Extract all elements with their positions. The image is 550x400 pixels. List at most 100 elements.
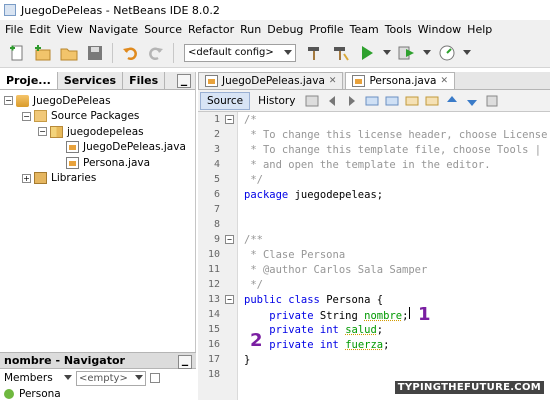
redo-button[interactable] [145,42,167,64]
tab-services[interactable]: Services [58,72,123,89]
save-all-button[interactable] [84,42,106,64]
menu-window[interactable]: Window [415,23,464,36]
tab-persona-java[interactable]: Persona.java ✕ [345,72,455,89]
class-icon [4,389,14,399]
expand-toggle-icon[interactable]: + [22,174,31,183]
minimize-panel-button[interactable]: ▁ [177,74,191,88]
code-text: */ [244,279,263,291]
code-line[interactable]: 5 */ [198,172,550,187]
profile-dropdown[interactable] [462,42,472,64]
toggle-highlight-icon[interactable] [425,94,439,108]
line-number: 8 [198,219,220,230]
tab-files[interactable]: Files [123,72,165,89]
tab-projects[interactable]: Proje... [0,72,58,89]
collapse-toggle-icon[interactable]: − [22,112,31,121]
last-edit-icon[interactable] [305,94,319,108]
tree-item-package[interactable]: − juegodepeleas [0,124,195,140]
back-icon[interactable] [325,94,339,108]
code-line[interactable]: 7 [198,202,550,217]
new-file-button[interactable] [6,42,28,64]
close-icon[interactable]: ✕ [329,76,337,86]
new-project-button[interactable] [32,42,54,64]
minimize-navigator-button[interactable]: ▁ [178,355,192,369]
source-view-button[interactable]: Source [200,92,250,110]
line-number: 5 [198,174,220,185]
tab-juegodepeleas-java[interactable]: JuegoDePeleas.java ✕ [198,72,343,89]
code-line[interactable]: 12 */ [198,277,550,292]
code-text: /* [244,114,257,126]
bookmark-icon[interactable] [485,94,499,108]
code-line[interactable]: 10 * Clase Persona [198,247,550,262]
navigator-filter-select[interactable]: <empty> [76,371,146,386]
menu-profile[interactable]: Profile [306,23,346,36]
code-line[interactable]: 8 [198,217,550,232]
menu-navigate[interactable]: Navigate [86,23,141,36]
shift-up-icon[interactable] [445,94,459,108]
debug-icon [398,45,416,61]
code-line[interactable]: 17} [198,352,550,367]
tree-item-label: JuegoDePeleas [33,95,111,107]
chevron-down-icon[interactable] [64,375,72,381]
collapse-toggle-icon[interactable]: − [4,96,13,105]
navigator-item-label: Persona [19,388,61,400]
code-line[interactable]: 2 * To change this license header, choos… [198,127,550,142]
tree-item-file[interactable]: Persona.java [0,155,195,171]
tree-item-file[interactable]: JuegoDePeleas.java [0,140,195,156]
run-dropdown[interactable] [382,42,392,64]
build-button[interactable] [330,42,352,64]
tree-item-libraries[interactable]: + Libraries [0,171,195,187]
menu-help[interactable]: Help [464,23,495,36]
config-select[interactable]: <default config> [184,44,296,62]
line-number: 16 [198,339,220,350]
debug-dropdown[interactable] [422,42,432,64]
tree-item-project[interactable]: − JuegoDePeleas [0,93,195,109]
tree-item-label: Libraries [51,172,96,184]
code-line[interactable]: 13 public class Persona { [198,292,550,307]
forward-icon[interactable] [345,94,359,108]
code-line[interactable]: 14 private String nombre; [198,307,550,322]
line-number: 14 [198,309,220,320]
menu-team[interactable]: Team [347,23,382,36]
new-file-icon [9,45,25,61]
menu-debug[interactable]: Debug [264,23,306,36]
open-project-button[interactable] [58,42,80,64]
collapse-toggle-icon[interactable]: − [38,127,47,136]
find-selection-icon[interactable] [405,94,419,108]
menu-source[interactable]: Source [141,23,185,36]
menu-bar: File Edit View Navigate Source Refactor … [0,20,550,38]
code-line[interactable]: 9 /** [198,232,550,247]
run-button[interactable] [356,42,378,64]
code-text: /** [244,234,263,246]
code-line[interactable]: 4 * and open the template in the editor. [198,157,550,172]
chevron-down-icon [135,375,143,381]
code-line[interactable]: 11 * @author Carlos Sala Samper [198,262,550,277]
history-view-button[interactable]: History [252,92,301,110]
menu-view[interactable]: View [54,23,86,36]
shift-down-icon[interactable] [465,94,479,108]
line-number: 18 [198,369,220,380]
code-editor[interactable]: − − − 1/* 2 * To change this license head… [198,112,550,400]
tree-item-label: Source Packages [51,110,139,122]
find-previous-icon[interactable] [365,94,379,108]
menu-edit[interactable]: Edit [26,23,53,36]
menu-file[interactable]: File [2,23,26,36]
redo-icon [148,45,164,61]
navigator-item[interactable]: Persona [0,387,196,400]
code-line[interactable]: 3 * To change this template file, choose… [198,142,550,157]
code-line[interactable]: 6 package juegodepeleas; [198,187,550,202]
code-line[interactable]: 18 [198,367,550,382]
menu-refactor[interactable]: Refactor [185,23,237,36]
debug-button[interactable] [396,42,418,64]
code-line[interactable]: 1 /* [198,112,550,127]
clean-build-button[interactable] [304,42,326,64]
title-bar: JuegoDePeleas - NetBeans IDE 8.0.2 [0,0,550,20]
profile-button[interactable] [436,42,458,64]
close-icon[interactable]: ✕ [441,76,449,86]
navigator-options-checkbox[interactable] [150,373,160,383]
menu-run[interactable]: Run [237,23,264,36]
menu-tools[interactable]: Tools [382,23,415,36]
editor-file-tabs: JuegoDePeleas.java ✕ Persona.java ✕ [198,72,550,90]
undo-button[interactable] [119,42,141,64]
find-next-icon[interactable] [385,94,399,108]
tree-item-source-packages[interactable]: − Source Packages [0,109,195,125]
